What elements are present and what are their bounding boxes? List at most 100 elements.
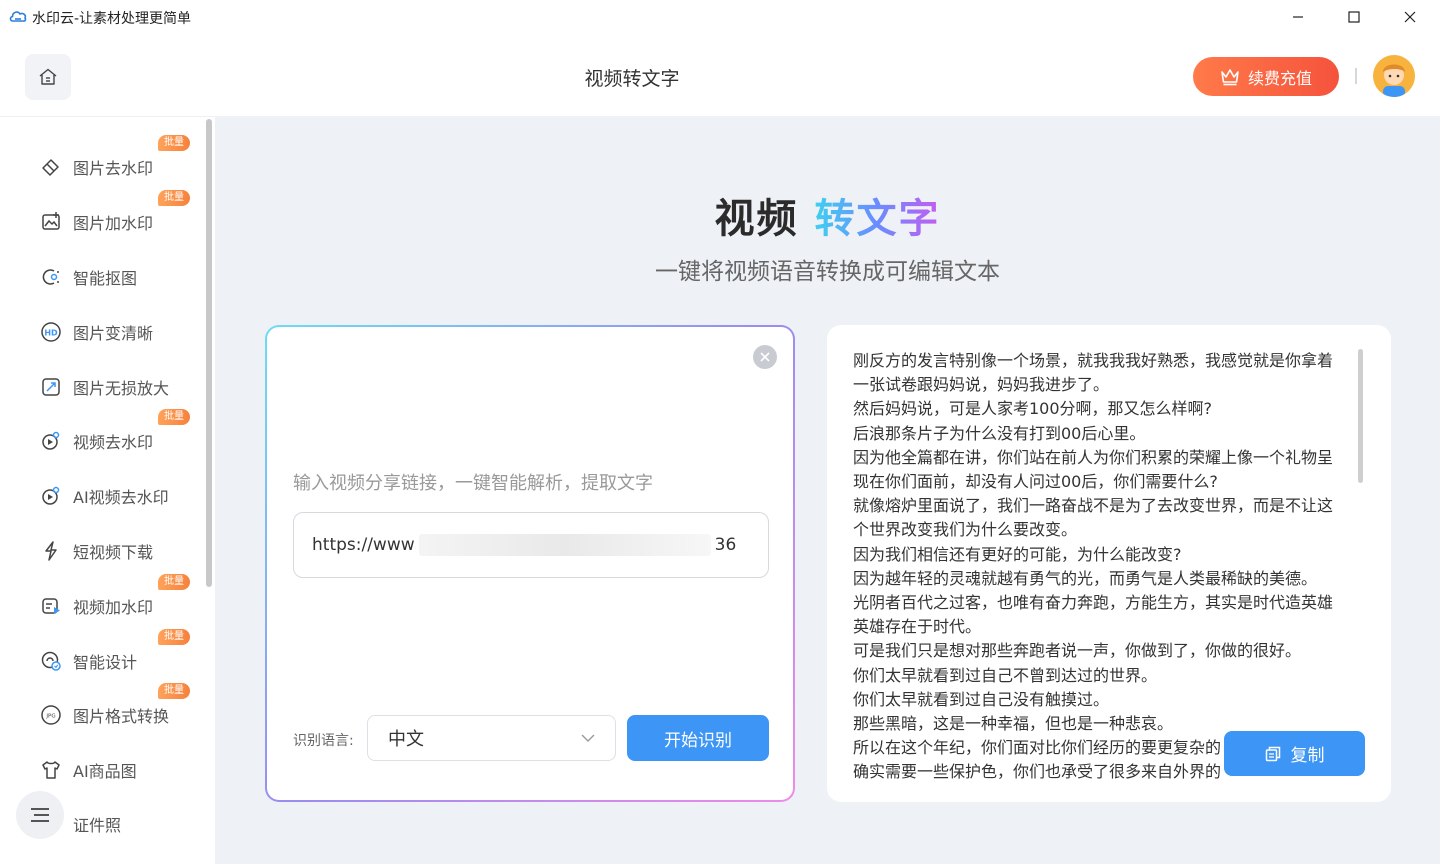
svg-text:JPG: JPG: [45, 714, 55, 720]
page-title: 视频转文字: [584, 68, 680, 90]
home-button[interactable]: [25, 54, 71, 100]
language-select[interactable]: 中文: [367, 715, 616, 761]
sidebar-item-label: 证件照: [73, 816, 122, 835]
batch-badge: 批量: [158, 190, 190, 206]
video-url-value: https://www: [312, 535, 415, 555]
sidebar-item-label: 短视频下载: [73, 543, 154, 562]
sidebar-item-label: 智能设计: [73, 653, 138, 672]
sidebar-item-label: AI视频去水印: [73, 488, 169, 507]
sidebar-item-smart-cutout[interactable]: 智能抠图: [38, 257, 198, 297]
sidebar-item-short-video-download[interactable]: 短视频下载: [38, 531, 198, 571]
avatar[interactable]: [1373, 55, 1415, 97]
transcript-line: 就像熔炉里面说了，我们一路奋战不是为了去改变世界，而是不让这: [853, 496, 1334, 516]
eraser-icon: [38, 154, 64, 180]
transcript-line: 英雄存在于时代。: [853, 617, 982, 637]
blurred-url-segment: [418, 534, 711, 556]
transcript-line: 可是我们只是想对那些奔跑者说一声，你做到了，你做的很好。: [853, 641, 1302, 661]
hero-title: 视频 转文字: [215, 186, 1440, 244]
image-add-icon: [38, 209, 64, 235]
batch-badge: 批量: [158, 409, 190, 425]
sidebar-item-label: 图片变清晰: [73, 324, 154, 343]
batch-badge: 批量: [158, 683, 190, 699]
sidebar-item-image-watermark-add[interactable]: 图片加水印 批量: [38, 190, 198, 242]
shirt-icon: [38, 757, 64, 783]
transcript-line: 一张试卷跟妈妈说，妈妈我进步了。: [853, 375, 1110, 395]
video-url-input[interactable]: https://www 36: [293, 512, 769, 578]
renew-vip-label: 续费充值: [1247, 68, 1312, 88]
menu-icon: [31, 808, 49, 822]
app-title: 水印云-让素材处理更简单: [32, 11, 192, 27]
hero-subtitle: 一键将视频语音转换成可编辑文本: [655, 259, 1000, 285]
language-value: 中文: [388, 729, 424, 750]
hero-title-part1: 视频: [714, 196, 799, 242]
home-icon: [39, 68, 57, 85]
sidebar-item-ai-video-watermark-remove[interactable]: AI视频去水印: [38, 476, 198, 516]
maximize-icon: [1348, 11, 1360, 23]
maximize-button[interactable]: [1326, 0, 1382, 34]
avatar-icon: [1373, 55, 1415, 97]
batch-badge: 批量: [158, 574, 190, 590]
crown-icon: [1221, 68, 1239, 85]
clear-button[interactable]: [753, 345, 777, 369]
close-button[interactable]: [1382, 0, 1438, 34]
collapse-menu-button[interactable]: [16, 791, 64, 839]
sidebar-item-image-enhance[interactable]: HD 图片变清晰: [38, 312, 198, 352]
hero-title-part2: 转文字: [814, 196, 941, 242]
input-panel: 输入视频分享链接，一键智能解析，提取文字 https://www 36 识别语言…: [265, 325, 795, 802]
app-logo-icon: [9, 11, 27, 22]
ai-video-icon: [38, 483, 64, 509]
transcript-line: 后浪那条片子为什么没有打到00后心里。: [853, 423, 1146, 443]
design-icon: [38, 648, 64, 674]
main-content: 视频 转文字 一键将视频语音转换成可编辑文本 输入视频分享链接，一键智能解析，提…: [215, 116, 1440, 864]
sidebar-item-label: 智能抠图: [73, 269, 138, 288]
close-icon: [760, 352, 770, 362]
batch-badge: 批量: [158, 135, 190, 151]
transcript-scrollbar[interactable]: [1358, 349, 1363, 483]
minimize-icon: [1293, 16, 1303, 18]
transcript-line: 现在你们面前，却没有人问过00后，你们需要什么?: [853, 472, 1218, 492]
sidebar-item-image-watermark-remove[interactable]: 图片去水印 批量: [38, 135, 198, 187]
enlarge-icon: [38, 374, 64, 400]
transcript-line: 你们太早就看到过自己不曾到达过的世界。: [853, 665, 1158, 685]
sidebar-item-video-watermark-remove[interactable]: 视频去水印 批量: [38, 409, 198, 461]
renew-vip-button[interactable]: 续费充值: [1193, 57, 1339, 96]
sidebar-item-ai-product-image[interactable]: AI商品图: [38, 750, 198, 790]
video-erase-icon: [38, 428, 64, 454]
download-icon: [38, 538, 64, 564]
copy-button[interactable]: 复制: [1224, 731, 1365, 776]
sidebar-scrollbar[interactable]: [206, 119, 212, 587]
input-panel-body: 输入视频分享链接，一键智能解析，提取文字 https://www 36 识别语言…: [267, 327, 793, 800]
batch-badge: 批量: [158, 629, 190, 645]
minimize-button[interactable]: [1270, 0, 1326, 34]
header: 视频转文字 续费充值: [0, 34, 1440, 116]
sidebar-item-smart-design[interactable]: 智能设计 批量: [38, 629, 198, 681]
cutout-icon: [38, 264, 64, 290]
sidebar-item-label: 图片去水印: [73, 159, 154, 178]
sidebar-item-label: 图片格式转换: [73, 707, 170, 726]
header-divider: [1355, 68, 1357, 84]
close-icon: [1404, 11, 1416, 23]
sidebar-item-lossless-enlarge[interactable]: 图片无损放大: [38, 367, 198, 407]
sidebar-item-video-watermark-add[interactable]: 视频加水印 批量: [38, 574, 198, 626]
format-icon: JPG: [38, 702, 64, 728]
output-panel: 刚反方的发言特别像一个场景，就我我我好熟悉，我感觉就是你拿着 一张试卷跟妈妈说，妈…: [827, 325, 1391, 802]
copy-icon: [1265, 746, 1280, 761]
hd-icon: HD: [38, 319, 64, 345]
sidebar-item-label: 图片无损放大: [73, 379, 170, 398]
sidebar: 图片去水印 批量 图片加水印 批量 智能抠图 HD 图片变清晰 图片无损放大 视…: [0, 116, 215, 864]
sidebar-item-label: 视频去水印: [73, 433, 154, 452]
chevron-down-icon: [581, 734, 595, 742]
transcript-line: 个世界改变我们为什么要改变。: [853, 520, 1078, 540]
video-add-icon: [38, 593, 64, 619]
svg-text:HD: HD: [44, 329, 58, 338]
language-label: 识别语言:: [293, 733, 354, 749]
sidebar-item-label: 视频加水印: [73, 598, 154, 617]
sidebar-item-image-format-convert[interactable]: JPG 图片格式转换 批量: [38, 683, 198, 735]
transcript-line: 然后妈妈说，可是人家考100分啊，那又怎么样啊?: [853, 399, 1213, 419]
sidebar-item-label: 图片加水印: [73, 214, 154, 233]
copy-label: 复制: [1290, 746, 1325, 766]
title-bar: 水印云-让素材处理更简单: [0, 0, 1440, 34]
transcript-text[interactable]: 刚反方的发言特别像一个场景，就我我我好熟悉，我感觉就是你拿着 一张试卷跟妈妈说，妈…: [853, 349, 1353, 779]
transcript-line: 你们太早就看到过自己没有触摸过。: [853, 689, 1110, 709]
start-recognition-button[interactable]: 开始识别: [627, 715, 769, 761]
